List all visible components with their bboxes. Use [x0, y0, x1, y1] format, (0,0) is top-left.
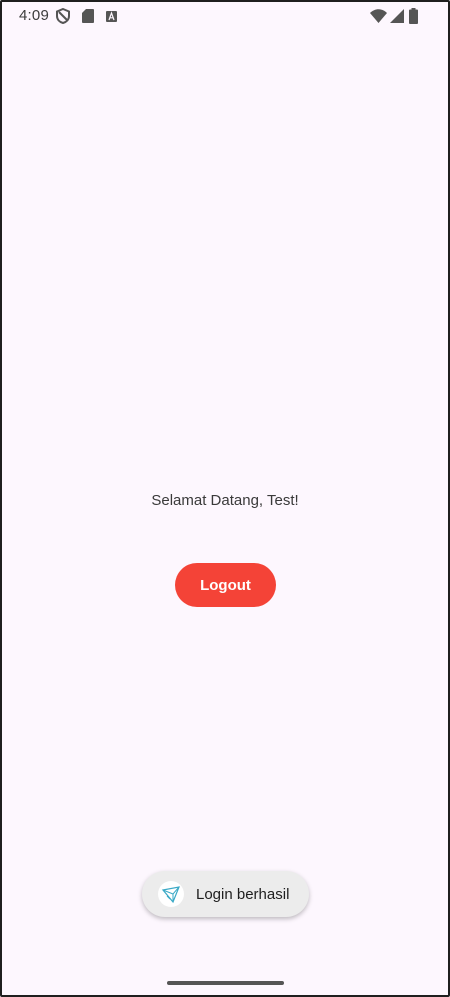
wifi-icon: [370, 9, 387, 23]
welcome-message: Selamat Datang, Test!: [151, 492, 299, 509]
battery-icon: [409, 8, 418, 24]
status-bar: 4:09: [2, 2, 448, 32]
status-time: 4:09: [19, 7, 49, 24]
app-screen: 4:09 Selamat Datang, Test! Logout Login …: [0, 0, 450, 997]
keyboard-a-icon: [106, 11, 117, 22]
signal-icon: [390, 9, 404, 23]
gesture-navigation-bar[interactable]: [167, 981, 284, 985]
toast-message: Login berhasil: [196, 886, 290, 903]
sd-card-icon: [82, 9, 94, 23]
shield-icon: [56, 8, 70, 24]
logout-button[interactable]: Logout: [175, 563, 276, 607]
toast-notification: Login berhasil: [142, 871, 309, 917]
app-logo-icon: [158, 881, 184, 907]
